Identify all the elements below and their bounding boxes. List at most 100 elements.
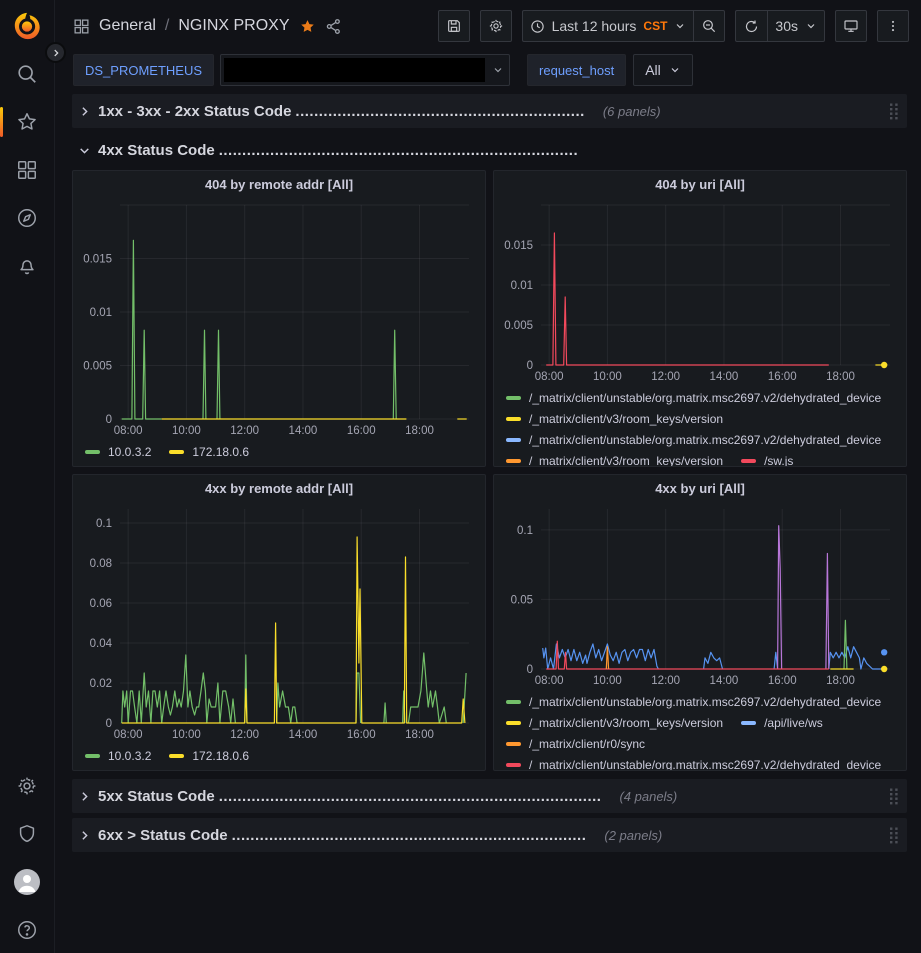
row-title: 1xx - 3xx - 2xx Status Code (98, 103, 291, 120)
legend-label: /_matrix/client/unstable/org.matrix.msc2… (529, 758, 881, 771)
share-button[interactable] (325, 18, 342, 35)
request-host-variable-select[interactable]: All (633, 54, 693, 86)
legend-item[interactable]: 172.18.0.6 (169, 746, 249, 765)
refresh-button[interactable] (735, 10, 767, 42)
share-icon (325, 18, 342, 35)
svg-text:10:00: 10:00 (172, 729, 201, 741)
svg-text:18:00: 18:00 (405, 729, 434, 741)
svg-text:18:00: 18:00 (826, 675, 855, 687)
row-title: 5xx Status Code (98, 788, 215, 805)
dashboard-settings-button[interactable] (480, 10, 512, 42)
save-dashboard-button[interactable] (438, 10, 470, 42)
sidebar-item-help[interactable] (0, 915, 55, 945)
dashboard-squares-icon[interactable] (73, 18, 90, 35)
svg-text:0.01: 0.01 (511, 280, 533, 292)
legend-item[interactable]: /api/live/ws (741, 713, 823, 732)
sidebar-item-configuration[interactable] (0, 771, 55, 801)
row-drag-handle[interactable] (889, 827, 899, 844)
breadcrumb-separator: / (165, 17, 169, 35)
legend-item[interactable]: 10.0.3.2 (85, 746, 151, 765)
gear-icon (16, 775, 38, 797)
legend-swatch (169, 450, 184, 454)
datasource-variable-label[interactable]: DS_PROMETHEUS (73, 54, 214, 86)
svg-text:0.04: 0.04 (90, 638, 113, 650)
row-header-6xx[interactable]: 6xx > Status Code ......................… (72, 818, 907, 852)
cycle-view-mode-button[interactable] (835, 10, 867, 42)
sidebar-item-starred[interactable] (0, 107, 55, 137)
dashboard-variables-bar: DS_PROMETHEUS request_host All (55, 52, 921, 92)
legend-item[interactable]: 172.18.0.6 (169, 442, 249, 461)
svg-text:0.005: 0.005 (83, 361, 112, 373)
chart-canvas[interactable]: 08:0010:0012:0014:0016:0018:0000.020.040… (73, 502, 485, 744)
legend-item[interactable]: /_matrix/client/unstable/org.matrix.msc2… (506, 755, 881, 770)
request-host-variable-label[interactable]: request_host (527, 54, 626, 86)
active-indicator (0, 107, 3, 137)
sidebar-item-alerting[interactable] (0, 251, 55, 281)
drag-dots-icon (889, 103, 899, 120)
legend-item[interactable]: /_matrix/client/r0/sync (506, 734, 645, 753)
row-title: 4xx Status Code (98, 142, 215, 159)
svg-text:0.06: 0.06 (90, 598, 112, 610)
zoom-out-icon (701, 18, 717, 34)
row-drag-handle[interactable] (889, 103, 899, 120)
legend-item[interactable]: /sw.js (741, 451, 793, 466)
more-options-button[interactable] (877, 10, 909, 42)
panel-title[interactable]: 4xx by uri [All] (494, 475, 906, 502)
sidebar-item-search[interactable] (0, 59, 55, 89)
zoom-out-time-button[interactable] (693, 10, 725, 42)
legend-item[interactable]: /_matrix/client/unstable/org.matrix.msc2… (506, 388, 881, 407)
time-range-picker[interactable]: Last 12 hours CST (522, 10, 694, 42)
sidebar-item-dashboards[interactable] (0, 155, 55, 185)
legend-swatch (506, 763, 521, 767)
row-header-1xx[interactable]: 1xx - 3xx - 2xx Status Code ............… (72, 94, 907, 128)
chevron-right-icon (51, 48, 61, 58)
sidebar-expand-button[interactable] (45, 42, 66, 63)
row-title-leader: ........................................… (219, 142, 578, 159)
legend-item[interactable]: /_matrix/client/v3/room_keys/version (506, 713, 723, 732)
panel-4xx-by-remote-addr: 4xx by remote addr [All] 08:0010:0012:00… (72, 474, 486, 771)
refresh-interval-dropdown[interactable]: 30s (767, 10, 825, 42)
legend-item[interactable]: /_matrix/client/v3/room_keys/version (506, 451, 723, 466)
row-panel-count: (4 panels) (619, 789, 677, 804)
chevron-right-icon (78, 790, 91, 803)
breadcrumb-section[interactable]: General (99, 17, 156, 35)
sidebar-item-profile[interactable] (0, 867, 55, 897)
chart-canvas[interactable]: 08:0010:0012:0014:0016:0018:0000.0050.01… (494, 198, 906, 386)
sidebar-item-server-admin[interactable] (0, 819, 55, 849)
panel-title[interactable]: 404 by remote addr [All] (73, 171, 485, 198)
row-title-leader: ........................................… (219, 788, 602, 805)
chart-canvas[interactable]: 08:0010:0012:0014:0016:0018:0000.0050.01… (73, 198, 485, 440)
redacted-value (224, 58, 485, 82)
panel-title[interactable]: 4xx by remote addr [All] (73, 475, 485, 502)
panel-legend: 10.0.3.2 172.18.0.6 (73, 440, 485, 466)
star-icon (16, 111, 38, 133)
chevron-right-icon (78, 829, 91, 842)
panel-title[interactable]: 404 by uri [All] (494, 171, 906, 198)
svg-text:0.1: 0.1 (517, 525, 533, 537)
legend-item[interactable]: /_matrix/client/unstable/org.matrix.msc2… (506, 692, 881, 711)
favorite-star-button[interactable] (299, 18, 316, 35)
legend-label: /_matrix/client/v3/room_keys/version (529, 412, 723, 426)
save-icon (446, 18, 462, 34)
svg-text:0: 0 (106, 414, 112, 426)
svg-text:16:00: 16:00 (768, 371, 797, 383)
legend-item[interactable]: 10.0.3.2 (85, 442, 151, 461)
legend-swatch (506, 742, 521, 746)
chart-canvas[interactable]: 08:0010:0012:0014:0016:0018:0000.050.1 (494, 502, 906, 690)
legend-swatch (169, 754, 184, 758)
sidebar-item-explore[interactable] (0, 203, 55, 233)
svg-text:0.005: 0.005 (504, 320, 533, 332)
datasource-variable-select[interactable] (220, 54, 510, 86)
svg-text:10:00: 10:00 (172, 425, 201, 437)
chevron-down-icon (78, 144, 91, 157)
legend-item[interactable]: /_matrix/client/v3/room_keys/version (506, 409, 723, 428)
legend-label: 10.0.3.2 (108, 445, 151, 459)
row-header-5xx[interactable]: 5xx Status Code ........................… (72, 779, 907, 813)
legend-item[interactable]: /_matrix/client/unstable/org.matrix.msc2… (506, 430, 881, 449)
row-header-4xx[interactable]: 4xx Status Code ........................… (72, 136, 907, 164)
svg-text:16:00: 16:00 (768, 675, 797, 687)
legend-swatch (85, 450, 100, 454)
chevron-down-icon (669, 64, 681, 76)
grafana-logo[interactable] (0, 11, 55, 41)
row-drag-handle[interactable] (889, 788, 899, 805)
